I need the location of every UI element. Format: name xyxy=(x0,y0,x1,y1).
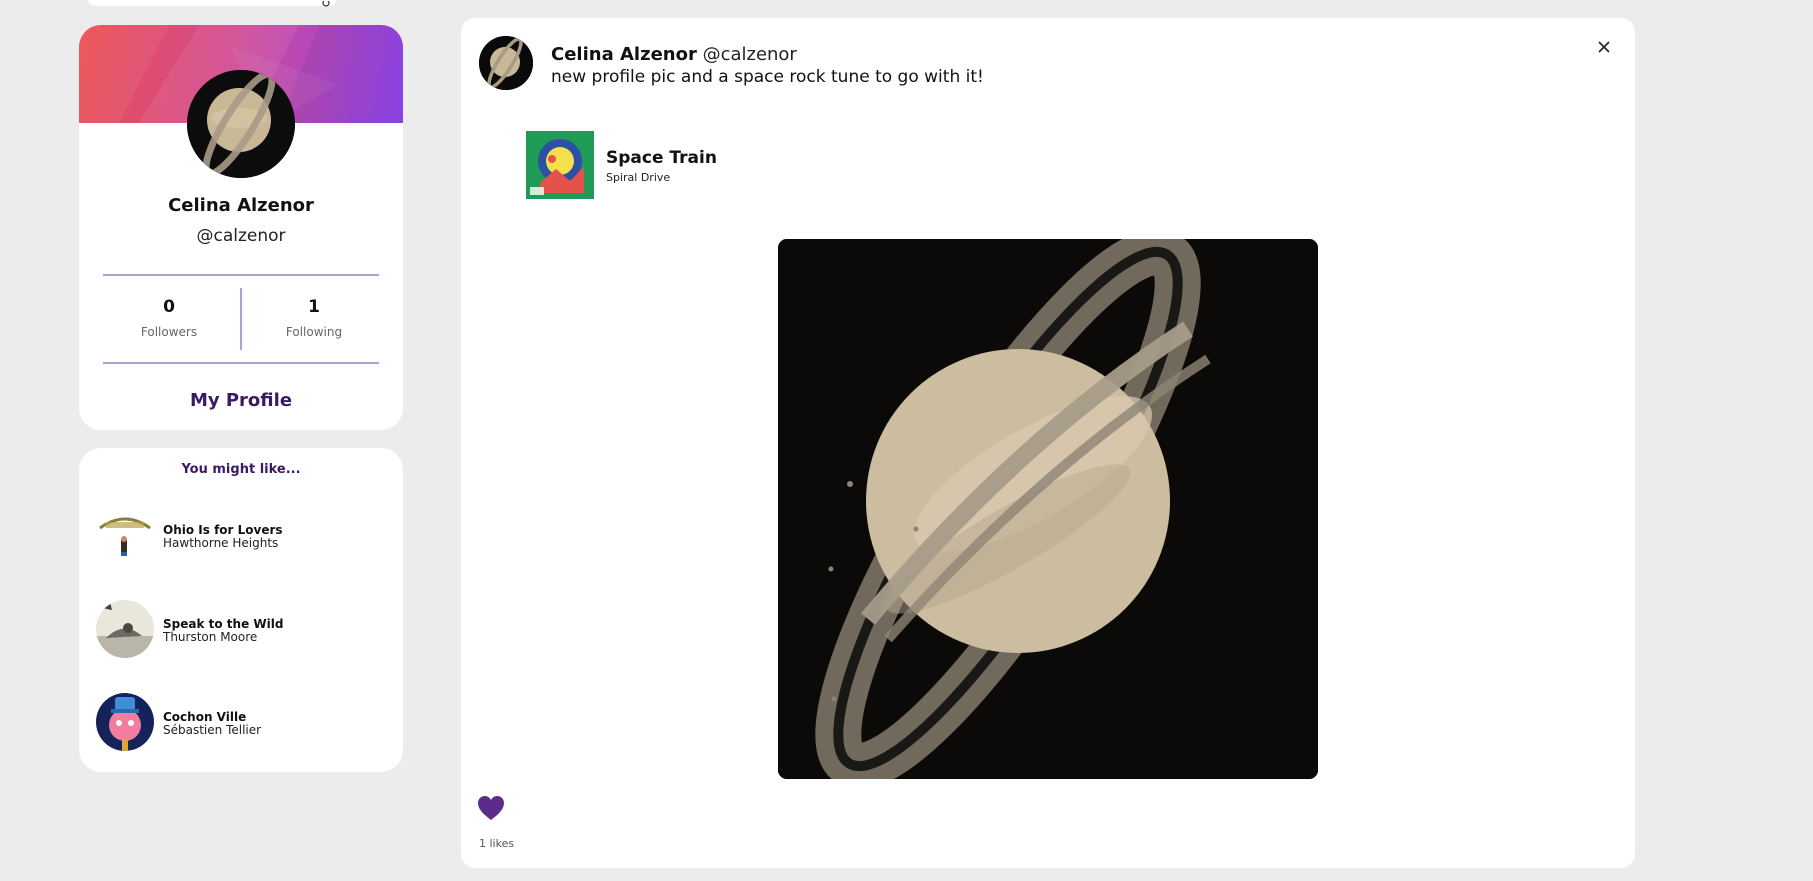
close-icon xyxy=(1598,41,1610,53)
post-track[interactable]: Space Train Spiral Drive xyxy=(526,131,826,199)
post-header: Celina Alzenor @calzenor xyxy=(551,44,797,65)
suggestion-artist: Sébastien Tellier xyxy=(163,723,262,737)
suggestion-item[interactable]: Cochon Ville Sébastien Tellier xyxy=(96,693,386,751)
profile-avatar[interactable] xyxy=(187,70,295,178)
suggestions-title: You might like... xyxy=(181,462,301,477)
stats-divider xyxy=(240,288,242,350)
post-author-avatar[interactable] xyxy=(479,36,533,90)
divider xyxy=(103,362,379,364)
post-image xyxy=(778,239,1318,779)
suggestion-item[interactable]: Speak to the Wild Thurston Moore xyxy=(96,600,386,658)
following-stat[interactable]: 1 Following xyxy=(245,297,383,339)
post-author-name[interactable]: Celina Alzenor xyxy=(551,44,697,65)
followers-stat[interactable]: 0 Followers xyxy=(100,297,238,339)
my-profile-link[interactable]: My Profile xyxy=(79,390,403,411)
divider xyxy=(103,274,379,276)
suggestion-artist: Hawthorne Heights xyxy=(163,536,279,550)
post-author-handle[interactable]: @calzenor xyxy=(703,44,797,65)
suggestion-item[interactable]: Ohio Is for Lovers Hawthorne Heights xyxy=(96,506,386,564)
followers-label: Followers xyxy=(140,325,198,339)
post-card: Celina Alzenor @calzenor new profile pic… xyxy=(461,18,1635,868)
album-cover xyxy=(96,600,154,658)
likes-count: 1 likes xyxy=(479,837,515,850)
close-button[interactable] xyxy=(1593,36,1615,58)
album-cover xyxy=(96,693,154,751)
following-count: 1 xyxy=(308,297,320,317)
following-label: Following xyxy=(285,325,343,339)
profile-name: Celina Alzenor xyxy=(168,195,314,216)
search-bar-edge[interactable] xyxy=(86,0,338,7)
suggestion-artist: Thurston Moore xyxy=(163,630,258,644)
album-cover xyxy=(96,506,154,564)
track-title: Space Train xyxy=(606,148,717,168)
profile-handle: @calzenor xyxy=(196,226,286,246)
suggestions-card: You might like... Ohio Is for Lovers Haw… xyxy=(79,448,403,772)
heart-icon xyxy=(478,796,504,820)
like-button[interactable] xyxy=(477,795,505,821)
track-artist: Spiral Drive xyxy=(606,171,671,184)
followers-count: 0 xyxy=(163,297,175,317)
search-icon xyxy=(322,0,332,13)
track-cover xyxy=(526,131,594,199)
profile-card: Celina Alzenor @calzenor 0 Followers 1 F… xyxy=(79,25,403,430)
post-text: new profile pic and a space rock tune to… xyxy=(551,67,984,87)
